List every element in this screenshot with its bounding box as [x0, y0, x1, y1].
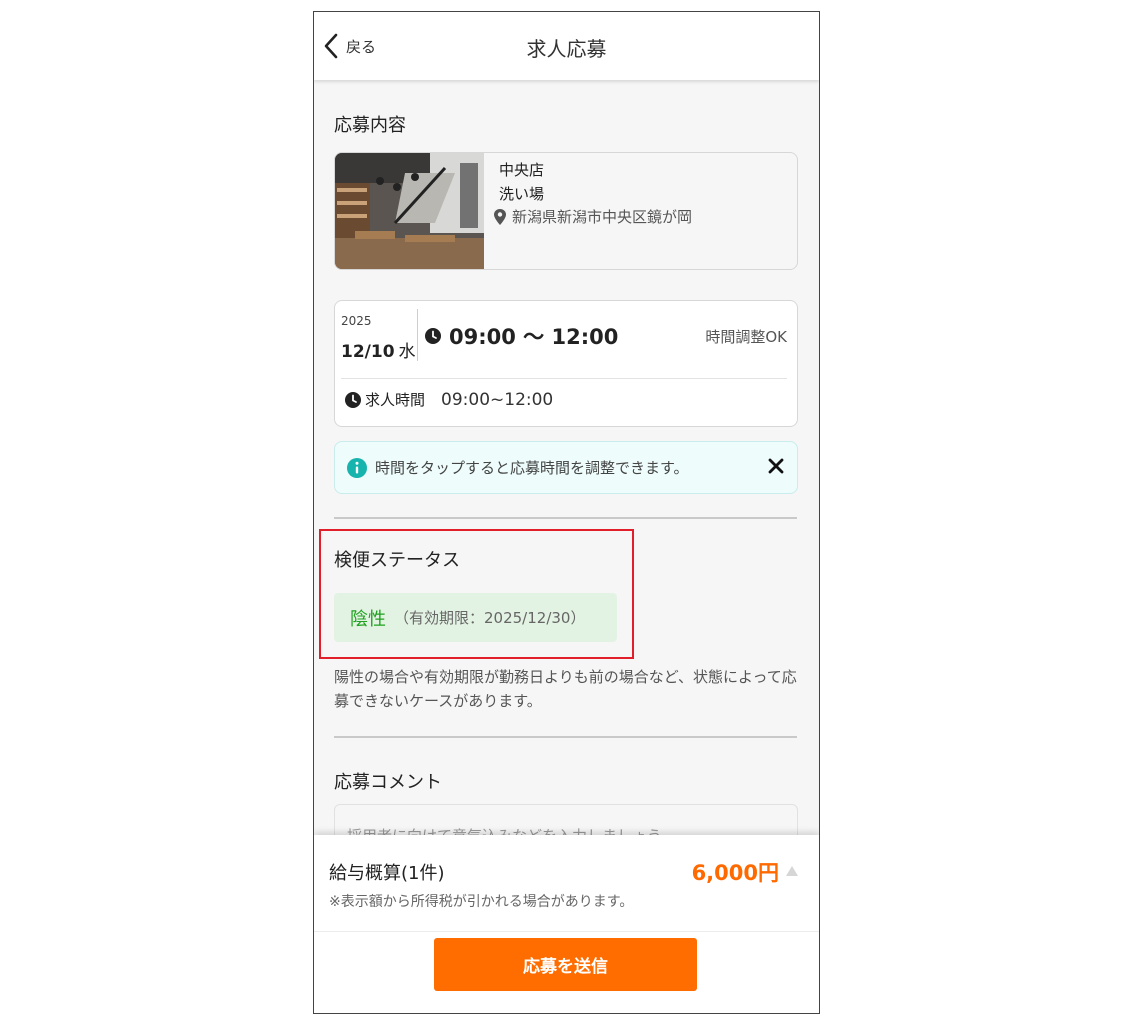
- schedule-weekday: 水: [398, 342, 416, 362]
- pay-estimate-amount: 6,000円: [691, 861, 779, 885]
- schedule-divider: [417, 309, 418, 361]
- schedule-date-value: 12/10: [341, 342, 395, 362]
- stool-test-result: 陰性: [350, 608, 386, 630]
- job-title: 洗い場: [499, 185, 545, 203]
- info-message: 時間をタップすると応募時間を調整できます。: [347, 457, 689, 478]
- stool-test-expiry: （有効期限：2025/12/30）: [394, 609, 586, 627]
- map-pin-icon: [494, 208, 506, 225]
- job-time-row: 求人時間 09:00~12:00: [345, 389, 553, 410]
- info-banner: 時間をタップすると応募時間を調整できます。: [334, 441, 798, 494]
- shop-photo: [335, 153, 484, 269]
- app-header: 戻る 求人応募: [314, 12, 819, 80]
- clock-icon: [425, 328, 441, 344]
- clock-icon: [345, 391, 361, 408]
- time-slot-button[interactable]: 09:00 〜 12:00: [425, 321, 618, 351]
- close-icon[interactable]: [767, 457, 785, 475]
- schedule-row-divider: [341, 378, 787, 379]
- status-badge: 陰性 （有効期限：2025/12/30）: [334, 593, 617, 642]
- info-message-text: 時間をタップすると応募時間を調整できます。: [375, 459, 689, 477]
- time-adjust-note: 時間調整OK: [705, 328, 787, 346]
- application-section-title: 応募内容: [334, 115, 406, 136]
- info-icon: [347, 457, 367, 478]
- phone-frame: 戻る 求人応募 応募内容 中央店 洗い場 新潟県新潟市中央区鏡が岡 2025 1…: [313, 11, 820, 1014]
- shop-name: 中央店: [499, 161, 545, 179]
- section-divider: [334, 736, 797, 738]
- page-title: 求人応募: [526, 37, 607, 61]
- submit-application-button[interactable]: 応募を送信: [434, 938, 697, 991]
- footer-divider: [314, 931, 819, 932]
- payment-footer: 給与概算(1件) 6,000円 ※表示額から所得税が引かれる場合があります。 応…: [314, 835, 819, 1013]
- time-slot-text: 09:00 〜 12:00: [449, 325, 619, 349]
- stool-test-note: 陽性の場合や有効期限が勤務日よりも前の場合など、状態によって応募できないケースが…: [334, 668, 797, 710]
- job-time-label: 求人時間: [365, 391, 426, 409]
- section-divider: [334, 517, 797, 519]
- pay-note: ※表示額から所得税が引かれる場合があります。: [329, 894, 634, 910]
- caret-up-icon[interactable]: [785, 865, 799, 877]
- schedule-date: 12/10 水: [341, 337, 416, 362]
- schedule-year: 2025: [341, 314, 372, 328]
- shop-address: 新潟県新潟市中央区鏡が岡: [493, 206, 692, 227]
- shop-address-text: 新潟県新潟市中央区鏡が岡: [512, 208, 693, 226]
- schedule-card: 2025 12/10 水 09:00 〜 12:00 時間調整OK 求人時間 09…: [334, 300, 798, 427]
- stool-test-section-title: 検便ステータス: [334, 550, 460, 571]
- job-time-value: 09:00~12:00: [441, 389, 554, 410]
- pay-estimate-label: 給与概算(1件): [329, 863, 445, 884]
- comment-section-title: 応募コメント: [334, 772, 442, 793]
- shop-card[interactable]: 中央店 洗い場 新潟県新潟市中央区鏡が岡: [334, 152, 798, 270]
